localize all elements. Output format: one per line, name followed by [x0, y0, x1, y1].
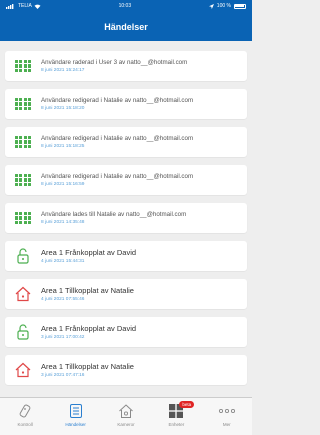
event-time: 8 juni 2021 15:24:17	[41, 68, 85, 73]
event-time: 8 juni 2021 14:35:48	[41, 220, 85, 225]
beta-badge: beta	[179, 401, 195, 408]
event-item[interactable]: Användare redigerad i Natalie av natto__…	[5, 89, 247, 119]
event-item[interactable]: Användare raderad i User 3 av natto__@ho…	[5, 51, 247, 81]
event-title: Area 1 Frånkopplat av David	[41, 248, 137, 257]
camera-house-icon	[118, 402, 134, 420]
event-item[interactable]: Area 1 Tillkopplat av Natalie 4 juni 202…	[5, 279, 247, 309]
event-list[interactable]: Användare raderad i User 3 av natto__@ho…	[5, 51, 247, 393]
carrier-signal: TELIA	[6, 3, 41, 9]
tab-kameror[interactable]: Kameror	[102, 402, 150, 427]
tab-enheter[interactable]: beta Enheter	[152, 401, 200, 427]
remote-icon	[18, 402, 32, 420]
signal-icon	[6, 3, 14, 9]
event-item[interactable]: Användare redigerad i Natalie av natto__…	[5, 127, 247, 157]
tab-kontroll[interactable]: Kontroll	[1, 402, 49, 427]
users-grid-icon	[5, 51, 41, 81]
event-title: Användare redigerad i Natalie av natto__…	[41, 173, 194, 180]
event-time: 8 juni 2021 15:18:20	[41, 106, 85, 111]
location-icon	[208, 3, 214, 9]
event-item[interactable]: Användare lades till Natalie av natto__@…	[5, 203, 247, 233]
event-title: Användare raderad i User 3 av natto__@ho…	[41, 59, 188, 66]
unlock-icon	[5, 241, 41, 271]
list-icon	[69, 402, 83, 420]
tab-label: Enheter	[168, 422, 185, 427]
tab-label: Kontroll	[17, 422, 33, 427]
event-time: 4 juni 2021 15:44:31	[41, 259, 85, 264]
house-alarm-icon	[5, 355, 41, 385]
battery-icon	[233, 3, 246, 9]
users-grid-icon	[5, 165, 41, 195]
tab-label: Kameror	[117, 422, 135, 427]
house-alarm-icon	[5, 279, 41, 309]
wifi-icon	[34, 4, 41, 9]
status-right: 100 %	[208, 3, 246, 9]
more-icon	[218, 402, 236, 420]
event-item[interactable]: Användare redigerad i Natalie av natto__…	[5, 165, 247, 195]
event-title: Area 1 Tillkopplat av Natalie	[41, 362, 134, 371]
event-title: Area 1 Tillkopplat av Natalie	[41, 286, 134, 295]
tab-mer[interactable]: Mer	[203, 402, 251, 427]
users-grid-icon	[5, 203, 41, 233]
event-title: Area 1 Frånkopplat av David	[41, 324, 137, 333]
event-time: 8 juni 2021 15:18:25	[41, 144, 85, 149]
event-item[interactable]: Area 1 Frånkopplat av David 3 juni 2021 …	[5, 317, 247, 347]
event-item[interactable]: Area 1 Frånkopplat av David 4 juni 2021 …	[5, 241, 247, 271]
status-time: 10:03	[118, 3, 132, 9]
users-grid-icon	[5, 89, 41, 119]
event-time: 4 juni 2021 07:55:46	[41, 297, 85, 302]
tab-handelser[interactable]: Händelser	[52, 402, 100, 427]
event-time: 8 juni 2021 15:16:59	[41, 182, 85, 187]
tab-label: Händelser	[65, 422, 86, 427]
event-title: Användare redigerad i Natalie av natto__…	[41, 97, 194, 104]
page-title: Händelser	[104, 21, 148, 32]
event-title: Användare lades till Natalie av natto__@…	[41, 211, 187, 218]
status-bar: TELIA 10:03 100 %	[0, 0, 252, 12]
event-title: Användare redigerad i Natalie av natto__…	[41, 135, 194, 142]
event-item[interactable]: Area 1 Tillkopplat av Natalie 3 juni 202…	[5, 355, 247, 385]
page-header: Händelser	[0, 12, 252, 41]
tab-label: Mer	[222, 422, 231, 427]
carrier-name: TELIA	[18, 3, 32, 9]
event-time: 3 juni 2021 17:00:42	[41, 335, 85, 340]
battery-percent: 100 %	[216, 3, 231, 9]
users-grid-icon	[5, 127, 41, 157]
event-time: 3 juni 2021 07:47:16	[41, 373, 85, 378]
tab-bar: Kontroll Händelser Kameror beta Enheter …	[0, 397, 252, 435]
unlock-icon	[5, 317, 41, 347]
